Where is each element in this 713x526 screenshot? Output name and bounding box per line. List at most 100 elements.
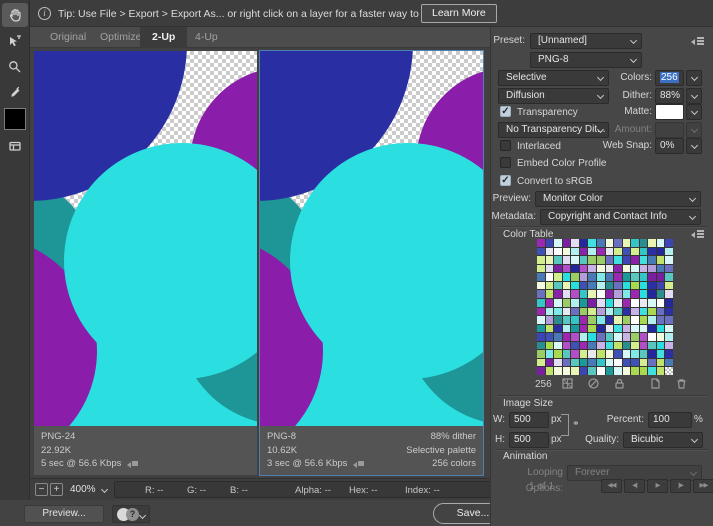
color-swatch[interactable] (579, 316, 588, 324)
color-swatch[interactable] (648, 367, 656, 375)
color-swatch[interactable] (562, 358, 571, 367)
color-swatch[interactable] (605, 239, 614, 247)
color-swatch[interactable] (639, 239, 648, 247)
color-swatch[interactable] (639, 298, 648, 307)
color-swatch[interactable] (656, 273, 665, 281)
color-swatch[interactable] (605, 290, 614, 298)
color-swatch[interactable] (571, 307, 579, 316)
color-swatch[interactable] (571, 290, 579, 298)
color-swatch[interactable] (614, 367, 622, 375)
color-swatch[interactable] (537, 239, 545, 247)
color-swatch[interactable] (588, 264, 596, 273)
color-swatch[interactable] (665, 264, 673, 273)
color-swatch[interactable] (614, 298, 622, 307)
map-transparent-icon[interactable] (561, 377, 575, 391)
color-swatch[interactable] (648, 290, 656, 298)
color-swatch[interactable] (656, 239, 665, 247)
dither-field[interactable]: 88% (655, 88, 684, 104)
web-shift-icon[interactable] (587, 377, 601, 391)
color-swatch[interactable] (648, 341, 656, 350)
color-swatch[interactable] (596, 350, 605, 358)
metadata-select[interactable]: Copyright and Contact Info (540, 209, 701, 225)
color-swatch[interactable] (537, 358, 545, 367)
color-swatch[interactable] (614, 358, 622, 367)
color-swatch[interactable] (648, 324, 656, 333)
color-swatch[interactable] (648, 281, 656, 290)
color-swatch[interactable] (622, 256, 631, 264)
color-swatch[interactable] (622, 239, 631, 247)
color-swatch[interactable] (605, 256, 614, 264)
color-swatch[interactable] (579, 358, 588, 367)
color-swatch[interactable] (545, 247, 554, 256)
color-swatch[interactable] (665, 239, 673, 247)
color-swatch[interactable] (579, 298, 588, 307)
color-swatch[interactable] (588, 307, 596, 316)
color-swatch[interactable] (639, 324, 648, 333)
delete-color-icon[interactable] (675, 377, 689, 391)
color-swatch[interactable] (648, 333, 656, 341)
color-swatch[interactable] (665, 247, 673, 256)
learn-more-button[interactable]: Learn More (421, 4, 497, 23)
color-swatch[interactable] (596, 324, 605, 333)
color-swatch[interactable] (656, 307, 665, 316)
color-swatch[interactable] (605, 358, 614, 367)
color-swatch[interactable] (631, 350, 639, 358)
color-swatch[interactable] (588, 333, 596, 341)
color-swatch[interactable] (648, 298, 656, 307)
zoom-level-chevron-icon[interactable] (100, 485, 109, 494)
color-swatch[interactable] (605, 316, 614, 324)
color-swatch[interactable] (614, 264, 622, 273)
color-swatch[interactable] (596, 290, 605, 298)
color-swatch[interactable] (656, 316, 665, 324)
eyedropper-color-swatch[interactable] (4, 108, 26, 130)
color-swatch[interactable] (596, 367, 605, 375)
color-swatch[interactable] (579, 281, 588, 290)
color-swatch[interactable] (614, 239, 622, 247)
color-swatch[interactable] (554, 341, 562, 350)
color-swatch[interactable] (614, 341, 622, 350)
color-swatch[interactable] (562, 264, 571, 273)
color-swatch[interactable] (554, 273, 562, 281)
color-swatch[interactable] (622, 324, 631, 333)
color-swatch[interactable] (665, 298, 673, 307)
color-swatch[interactable] (588, 247, 596, 256)
color-swatch[interactable] (631, 247, 639, 256)
color-swatch[interactable] (596, 333, 605, 341)
color-swatch[interactable] (622, 333, 631, 341)
matte-swatch[interactable] (655, 104, 684, 120)
color-swatch[interactable] (639, 341, 648, 350)
color-swatch[interactable] (588, 324, 596, 333)
color-swatch[interactable] (562, 247, 571, 256)
color-swatch[interactable] (579, 333, 588, 341)
color-swatch[interactable] (622, 298, 631, 307)
zoom-tool[interactable] (2, 55, 28, 79)
color-swatch[interactable] (631, 367, 639, 375)
color-swatch[interactable] (554, 239, 562, 247)
preset-select[interactable]: [Unnamed] (530, 33, 642, 49)
color-swatch[interactable] (656, 264, 665, 273)
color-swatch[interactable] (622, 350, 631, 358)
color-swatch[interactable] (537, 316, 545, 324)
color-swatch[interactable] (614, 324, 622, 333)
color-swatch[interactable] (545, 358, 554, 367)
color-swatch[interactable] (562, 350, 571, 358)
color-swatch[interactable] (614, 333, 622, 341)
original-pane[interactable]: PNG-24 22.92K 5 sec @ 56.6 Kbps (34, 51, 257, 475)
color-swatch[interactable] (554, 281, 562, 290)
color-swatch[interactable] (579, 307, 588, 316)
web-snap-field[interactable]: 0% (655, 138, 684, 154)
color-table-panel-menu-icon[interactable] (691, 230, 704, 238)
color-swatch[interactable] (562, 273, 571, 281)
color-swatch[interactable] (605, 333, 614, 341)
color-swatch[interactable] (605, 350, 614, 358)
color-swatch[interactable] (622, 316, 631, 324)
color-swatch[interactable] (665, 350, 673, 358)
color-swatch[interactable] (579, 341, 588, 350)
color-swatch[interactable] (588, 367, 596, 375)
transparency-checkbox[interactable]: ✓ (500, 106, 511, 117)
color-swatch[interactable] (639, 290, 648, 298)
format-select[interactable]: PNG-8 (530, 52, 642, 68)
convert-srgb-checkbox[interactable]: ✓ (500, 175, 511, 186)
color-swatch[interactable] (579, 324, 588, 333)
color-swatch[interactable] (596, 273, 605, 281)
